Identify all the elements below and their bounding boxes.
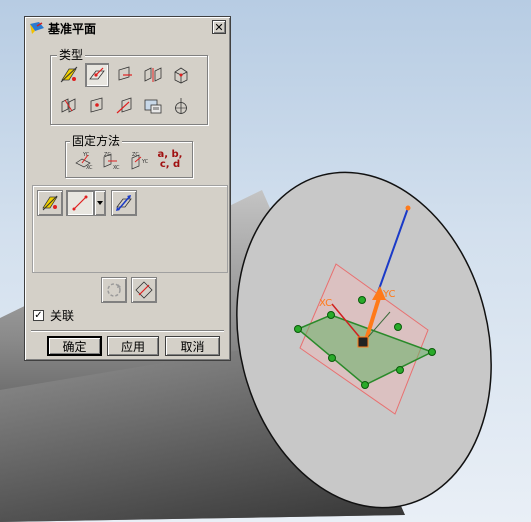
- selection-steps-panel: [32, 185, 228, 273]
- xc-yc-plane-button[interactable]: YC XC: [72, 148, 96, 172]
- yc-zc-plane-button[interactable]: ZC YC: [128, 148, 152, 172]
- associative-label: 关联: [50, 309, 75, 323]
- dialog-title: 基准平面: [48, 21, 97, 36]
- xc-yc-plane-icon: YC XC: [75, 152, 93, 171]
- abcd-coefficients-button[interactable]: a, b, c, d: [156, 147, 184, 173]
- chevron-down-icon: [97, 201, 103, 205]
- cancel-button-label: 取消: [180, 339, 205, 354]
- curves-plane-icon: [61, 98, 76, 113]
- handle-point[interactable]: [358, 296, 366, 304]
- handle-point[interactable]: [328, 354, 336, 362]
- cycle-solution-button[interactable]: [101, 277, 127, 303]
- view-plane-button[interactable]: [141, 94, 165, 118]
- select-point-step-button[interactable]: [37, 190, 63, 216]
- ok-button-label: 确定: [62, 339, 87, 354]
- tangent-cylinder-plane-icon: [175, 98, 187, 114]
- associative-row[interactable]: ✓ 关联: [33, 307, 74, 324]
- xc-label: XC: [319, 298, 332, 309]
- point-direction-plane-button[interactable]: [85, 63, 109, 87]
- handle-point[interactable]: [361, 381, 369, 389]
- reverse-direction-icon: [116, 195, 132, 211]
- type-group: 类型: [50, 48, 208, 125]
- view-plane-icon: [144, 99, 162, 114]
- apply-button-label: 应用: [120, 339, 145, 354]
- datum-plane-dialog: 基准平面 ✕ 类型 固定方法 YC XC ZC XC ZC YC a, b, c…: [24, 16, 231, 361]
- svg-text:XC: XC: [86, 165, 93, 171]
- handle-point[interactable]: [428, 348, 436, 356]
- svg-text:ZC: ZC: [104, 152, 111, 158]
- point-on-plane-icon: [90, 97, 103, 113]
- svg-text:XC: XC: [113, 165, 120, 171]
- bisector-plane-button[interactable]: [141, 63, 165, 87]
- cycle-solution-icon: [107, 283, 121, 297]
- fixed-method-group-label: 固定方法: [70, 134, 123, 148]
- cube-plane-icon: [174, 67, 188, 84]
- dialog-titlebar[interactable]: 基准平面 ✕: [27, 19, 228, 37]
- reverse-direction-button[interactable]: [111, 190, 137, 216]
- cube-plane-button[interactable]: [169, 63, 193, 87]
- ok-button[interactable]: 确定: [47, 336, 102, 356]
- handle-point[interactable]: [396, 366, 404, 374]
- fixed-method-group: 固定方法 YC XC ZC XC ZC YC a, b, c, d: [65, 134, 193, 178]
- yc-zc-plane-icon: ZC YC: [131, 152, 149, 170]
- point-on-plane-button[interactable]: [85, 94, 109, 118]
- at-distance-plane-button[interactable]: [113, 63, 137, 87]
- handle-point[interactable]: [327, 311, 335, 319]
- xc-zc-plane-button[interactable]: ZC XC: [100, 148, 124, 172]
- origin-handle[interactable]: [357, 336, 369, 348]
- abcd-label-line2: c, d: [159, 159, 181, 170]
- through-line-plane-button[interactable]: [113, 94, 137, 118]
- inferred-plane-button[interactable]: [57, 63, 81, 87]
- direction-dropdown-button[interactable]: [94, 190, 106, 216]
- bisector-plane-icon: [144, 67, 162, 82]
- point-direction-plane-icon: [89, 67, 105, 80]
- close-button[interactable]: ✕: [212, 20, 226, 34]
- curves-plane-button[interactable]: [57, 94, 81, 118]
- yc-label: YC: [382, 289, 396, 300]
- close-icon: ✕: [214, 20, 224, 34]
- alternate-solution-icon: [135, 281, 153, 299]
- check-icon: ✓: [34, 310, 43, 321]
- through-line-plane-icon: [116, 97, 132, 114]
- datum-plane-app-icon: [30, 22, 44, 34]
- handle-point[interactable]: [294, 325, 302, 333]
- svg-text:YC: YC: [141, 159, 149, 165]
- cancel-button[interactable]: 取消: [165, 336, 220, 356]
- apply-button[interactable]: 应用: [107, 336, 159, 356]
- type-group-label: 类型: [57, 48, 86, 62]
- at-distance-plane-icon: [118, 66, 132, 81]
- select-point-icon: [42, 195, 58, 211]
- tangent-cylinder-plane-button[interactable]: [169, 94, 193, 118]
- xc-zc-plane-icon: ZC XC: [103, 152, 120, 171]
- normal-axis-tip: [405, 205, 411, 211]
- alternate-solution-button[interactable]: [131, 277, 157, 303]
- handle-point[interactable]: [394, 323, 402, 331]
- button-separator: [31, 330, 224, 332]
- select-direction-icon: [72, 195, 88, 211]
- inferred-plane-icon: [60, 66, 78, 83]
- select-direction-step-button[interactable]: [66, 190, 94, 216]
- associative-checkbox[interactable]: ✓: [33, 310, 44, 321]
